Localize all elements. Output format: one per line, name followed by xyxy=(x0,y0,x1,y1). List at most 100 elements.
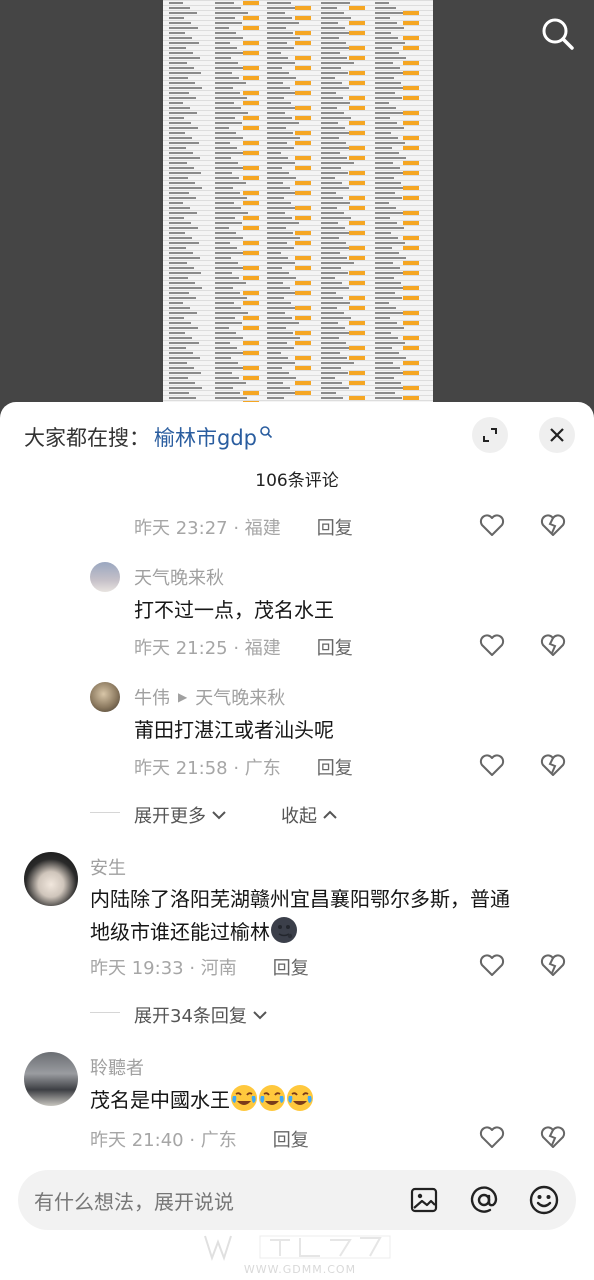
mention-icon[interactable] xyxy=(468,1184,500,1216)
sheet-text-mark xyxy=(169,137,192,139)
comment-input[interactable]: 有什么想法，展开说说 xyxy=(18,1170,576,1230)
suggested-search[interactable]: 大家都在搜： 榆林市gdp xyxy=(24,420,273,454)
sheet-text-mark xyxy=(169,142,199,144)
avatar[interactable] xyxy=(24,1052,78,1106)
sheet-text-mark xyxy=(375,152,399,154)
sheet-text-mark xyxy=(215,377,239,379)
sheet-text-mark xyxy=(215,307,241,309)
sheet-row-line xyxy=(163,10,433,11)
reply-to-username[interactable]: 天气晚来秋 xyxy=(195,684,285,710)
sheet-text-mark xyxy=(321,262,354,264)
sheet-text-mark xyxy=(267,127,286,129)
dislike-icon[interactable] xyxy=(539,1123,567,1151)
sheet-text-mark xyxy=(169,372,201,374)
reply-button[interactable]: 回复 xyxy=(317,754,353,780)
sheet-text-mark xyxy=(169,177,188,179)
sheet-text-mark xyxy=(215,227,229,229)
sheet-text-mark xyxy=(215,257,231,259)
comment-username[interactable]: 聆聽者 xyxy=(90,1054,144,1080)
comment-time: 昨天 21:58 · 广东 xyxy=(134,758,281,779)
reply-button[interactable]: 回复 xyxy=(317,514,353,540)
sheet-text-mark xyxy=(169,317,184,319)
comment-time: 昨天 21:25 · 福建 xyxy=(134,638,281,659)
sheet-text-mark xyxy=(169,277,188,279)
sheet-text-mark xyxy=(375,202,389,204)
sheet-row-line xyxy=(163,145,433,146)
sheet-text-mark xyxy=(215,252,244,254)
like-icon[interactable] xyxy=(478,631,506,659)
sheet-text-mark xyxy=(321,77,335,79)
sheet-text-mark xyxy=(215,187,233,189)
sheet-text-mark xyxy=(375,112,403,114)
comment-username[interactable]: 安生 xyxy=(90,854,126,880)
sheet-row-line xyxy=(163,200,433,201)
dislike-icon[interactable] xyxy=(539,631,567,659)
reply-button[interactable]: 回复 xyxy=(317,634,353,660)
search-icon[interactable] xyxy=(540,16,576,52)
sheet-text-mark xyxy=(215,387,233,389)
collapse-button[interactable]: 收起 xyxy=(281,802,339,828)
sheet-text-mark xyxy=(267,62,295,64)
sheet-text-mark xyxy=(375,47,392,49)
sheet-text-mark xyxy=(375,337,398,339)
sheet-row-line xyxy=(163,275,433,276)
like-icon[interactable] xyxy=(478,1123,506,1151)
sheet-text-mark xyxy=(321,92,336,94)
sheet-text-mark xyxy=(321,142,346,144)
sheet-text-mark xyxy=(375,217,390,219)
sheet-text-mark xyxy=(215,362,238,364)
sheet-text-mark xyxy=(375,222,397,224)
sheet-text-mark xyxy=(375,12,403,14)
comment-username[interactable]: 牛伟 ▶ 天气晚来秋 xyxy=(134,684,285,710)
sheet-text-mark xyxy=(267,82,283,84)
expand-more-button[interactable]: 展开更多 xyxy=(134,802,228,828)
sheet-text-mark xyxy=(375,382,401,384)
sheet-text-mark xyxy=(375,2,389,4)
reply-button[interactable]: 回复 xyxy=(273,1126,309,1152)
sheet-text-mark xyxy=(321,192,336,194)
sheet-text-mark xyxy=(267,177,296,179)
sheet-text-mark xyxy=(169,367,194,369)
sheet-text-mark xyxy=(375,32,391,34)
like-icon[interactable] xyxy=(478,751,506,779)
emoji-icon[interactable] xyxy=(528,1184,560,1216)
sheet-text-mark xyxy=(169,312,197,314)
sheet-text-mark xyxy=(375,147,392,149)
avatar[interactable] xyxy=(90,562,120,592)
sheet-text-mark xyxy=(321,32,352,34)
suggested-search-link[interactable]: 榆林市gdp xyxy=(154,422,257,452)
image-icon[interactable] xyxy=(408,1184,440,1216)
dislike-icon[interactable] xyxy=(539,751,567,779)
dislike-icon[interactable] xyxy=(539,511,567,539)
sheet-text-mark xyxy=(321,362,354,364)
sheet-text-mark xyxy=(215,347,237,349)
comment-username[interactable]: 天气晚来秋 xyxy=(134,564,224,590)
sheet-text-mark xyxy=(215,337,243,339)
like-icon[interactable] xyxy=(478,951,506,979)
sheet-text-mark xyxy=(375,347,392,349)
sheet-text-mark xyxy=(215,127,229,129)
avatar[interactable] xyxy=(24,852,78,906)
sheet-text-mark xyxy=(375,67,400,69)
like-icon[interactable] xyxy=(478,511,506,539)
sheet-text-mark xyxy=(267,167,282,169)
sheet-text-mark xyxy=(215,137,243,139)
sheet-text-mark xyxy=(215,237,243,239)
dislike-icon[interactable] xyxy=(539,951,567,979)
close-button[interactable] xyxy=(539,417,575,453)
reply-button[interactable]: 回复 xyxy=(273,954,309,980)
sheet-row-line xyxy=(163,0,433,1)
image-preview[interactable] xyxy=(0,0,594,420)
expand-replies-button[interactable]: 展开34条回复 xyxy=(134,1002,269,1028)
dark-moon-emoji-icon xyxy=(271,917,297,943)
sheet-row-line xyxy=(163,270,433,271)
avatar[interactable] xyxy=(90,682,120,712)
sheet-text-mark xyxy=(169,392,189,394)
spreadsheet-image xyxy=(163,0,433,420)
comment-text: 莆田打湛江或者汕头呢 xyxy=(134,718,334,742)
comment-text-line: 内陆除了洛阳芜湖赣州宜昌襄阳鄂尔多斯，普通 xyxy=(90,887,510,911)
comment-time: 昨天 23:27 · 福建 xyxy=(134,518,281,539)
expand-button[interactable] xyxy=(472,417,508,453)
sheet-text-mark xyxy=(169,27,198,29)
sheet-text-mark xyxy=(169,112,197,114)
